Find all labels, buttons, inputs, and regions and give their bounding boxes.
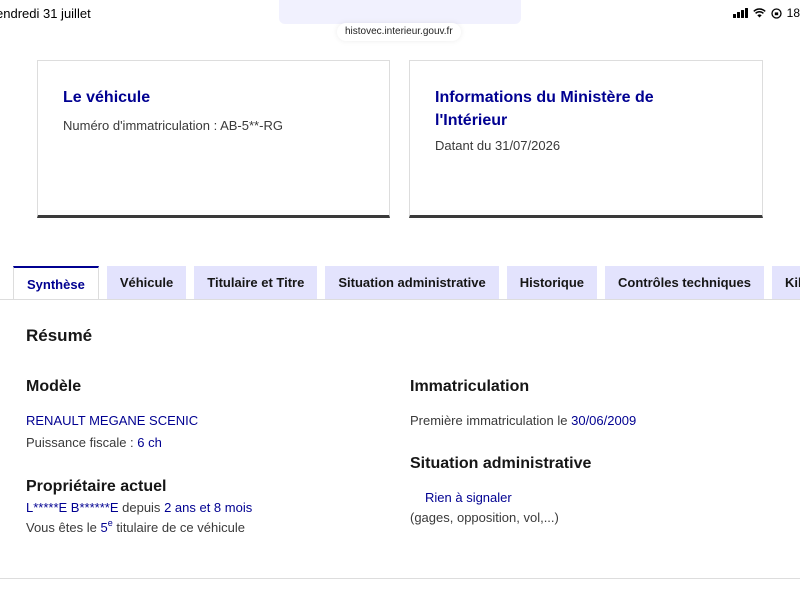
tab-situation-administrative[interactable]: Situation administrative [325, 266, 499, 299]
battery-percentage: 18 [786, 6, 800, 20]
status-date: endredi 31 juillet [0, 6, 91, 21]
titulaire-rank-line: Vous êtes le 5e titulaire de ce véhicule [26, 518, 245, 535]
tab-vehicule[interactable]: Véhicule [106, 266, 187, 299]
rank-sup: e [107, 518, 113, 528]
rank-suffix: titulaire de ce véhicule [112, 520, 245, 535]
situation-heading: Situation administrative [410, 455, 592, 472]
rank-prefix: Vous êtes le [26, 520, 101, 535]
plate-number-text: Numéro d'immatriculation : AB-5**-RG [63, 117, 283, 133]
ministry-date-text: Datant du 31/07/2026 [435, 138, 561, 153]
premiere-immatriculation-date: 30/06/2009 [571, 413, 637, 428]
tab-historique[interactable]: Historique [506, 266, 598, 299]
premiere-immatriculation-label: Première immatriculation le [410, 413, 572, 428]
ministry-card-title: Informations du Ministère de l'Intérieur [435, 87, 737, 132]
puissance-value: 6 ch [137, 435, 162, 450]
summary-heading: Résumé [26, 326, 93, 345]
situation-details: (gages, opposition, vol,...) [410, 510, 559, 525]
premiere-immatriculation-line: Première immatriculation le 30/06/2009 [410, 413, 636, 428]
url-bar[interactable]: histovec.interieur.gouv.fr [337, 23, 461, 41]
proprietaire-name: L*****E B******E [26, 500, 119, 515]
puissance-label: Puissance fiscale : [26, 435, 138, 450]
situation-status: Rien à signaler [425, 490, 512, 505]
tab-switcher-pill[interactable] [279, 0, 521, 24]
depuis-label: depuis [118, 500, 165, 515]
status-icons: 18 [733, 6, 800, 20]
tab-titulaire-et-titre[interactable]: Titulaire et Titre [194, 266, 318, 299]
puissance-fiscale-line: Puissance fiscale : 6 ch [26, 435, 162, 450]
depuis-value: 2 ans et 8 mois [164, 500, 253, 515]
vehicle-card: Le véhicule Numéro d'immatriculation : A… [37, 60, 390, 218]
ministry-card-title-line1: Informations du Ministère de [435, 89, 654, 106]
wifi-icon [752, 8, 766, 18]
modele-name: RENAULT MEGANE SCENIC [26, 413, 199, 428]
ministry-card: Informations du Ministère de l'Intérieur… [409, 60, 763, 218]
rank-number: 5 [100, 520, 108, 535]
orientation-lock-icon [770, 7, 782, 19]
ministry-card-title-line2: l'Intérieur [435, 111, 508, 129]
proprietaire-heading: Propriétaire actuel [26, 478, 167, 495]
tab-synthese[interactable]: Synthèse [13, 266, 99, 300]
vehicle-card-title: Le véhicule [63, 89, 151, 106]
modele-heading: Modèle [26, 378, 82, 395]
tab-controles-techniques[interactable]: Contrôles techniques [605, 266, 764, 299]
tab-kilometrage[interactable]: Kilo [771, 266, 800, 299]
cellular-signal-icon [733, 8, 748, 18]
tab-bar: Synthèse Véhicule Titulaire et Titre Sit… [13, 266, 800, 300]
immatriculation-heading: Immatriculation [410, 378, 530, 395]
proprietaire-line: L*****E B******E depuis 2 ans et 8 mois [26, 500, 252, 515]
